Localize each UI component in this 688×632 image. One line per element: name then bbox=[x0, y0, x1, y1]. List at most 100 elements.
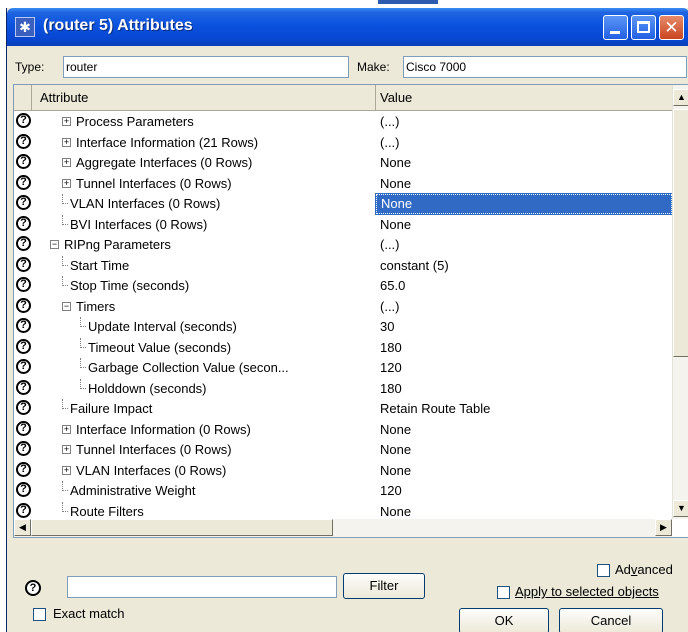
expand-icon[interactable]: + bbox=[62, 158, 71, 168]
help-icon[interactable]: ? bbox=[16, 461, 31, 477]
help-icon[interactable]: ? bbox=[16, 420, 31, 436]
help-icon[interactable]: ? bbox=[16, 277, 31, 292]
value-cell[interactable]: None bbox=[376, 174, 672, 194]
value-cell[interactable]: None bbox=[376, 420, 672, 440]
attribute-cell[interactable]: Start Time bbox=[32, 255, 376, 276]
value-cell[interactable]: None bbox=[376, 153, 672, 173]
attribute-cell[interactable]: + Aggregate Interfaces (0 Rows) bbox=[32, 153, 376, 173]
help-icon[interactable]: ? bbox=[16, 379, 31, 395]
table-row[interactable]: ? Stop Time (seconds) 65.0 bbox=[14, 276, 672, 296]
attribute-cell[interactable]: Administrative Weight bbox=[32, 481, 376, 501]
cancel-button[interactable]: Cancel bbox=[559, 608, 663, 632]
help-icon[interactable]: ? bbox=[16, 174, 31, 190]
make-field[interactable]: Cisco 7000 bbox=[403, 56, 687, 78]
vertical-scrollbar[interactable]: ▲ ▼ bbox=[672, 85, 688, 519]
attribute-cell[interactable]: Update Interval (seconds) bbox=[32, 317, 376, 337]
attribute-cell[interactable]: − Timers bbox=[32, 297, 376, 317]
type-field[interactable]: router bbox=[63, 56, 349, 78]
table-row[interactable]: ? Administrative Weight 120 bbox=[14, 481, 672, 501]
table-row[interactable]: ? − Timers (...) bbox=[14, 297, 672, 317]
attribute-cell[interactable]: VLAN Interfaces (0 Rows) bbox=[32, 194, 376, 214]
value-cell[interactable]: 120 bbox=[376, 481, 672, 501]
table-row[interactable]: ? VLAN Interfaces (0 Rows) None bbox=[14, 193, 673, 215]
help-icon[interactable]: ? bbox=[16, 195, 31, 210]
minimize-button[interactable] bbox=[603, 15, 628, 40]
collapse-icon[interactable]: − bbox=[50, 240, 59, 250]
value-cell[interactable]: (...) bbox=[376, 133, 672, 153]
value-cell[interactable]: constant (5) bbox=[376, 256, 672, 276]
scroll-left-icon[interactable]: ◀ bbox=[14, 519, 31, 536]
value-cell[interactable]: None bbox=[376, 440, 672, 460]
help-icon[interactable]: ? bbox=[16, 256, 31, 272]
attribute-cell[interactable]: + Tunnel Interfaces (0 Rows) bbox=[32, 174, 376, 194]
attribute-cell[interactable]: Timeout Value (seconds) bbox=[32, 337, 376, 358]
table-row[interactable]: ? Update Interval (seconds) 30 bbox=[14, 317, 672, 337]
value-cell[interactable]: (...) bbox=[376, 112, 672, 132]
scroll-down-icon[interactable]: ▼ bbox=[673, 500, 688, 517]
help-icon[interactable]: ? bbox=[16, 113, 31, 128]
attribute-cell[interactable]: Stop Time (seconds) bbox=[32, 276, 376, 296]
value-cell[interactable]: 30 bbox=[376, 317, 672, 337]
attribute-cell[interactable]: BVI Interfaces (0 Rows) bbox=[32, 214, 376, 235]
help-icon[interactable]: ? bbox=[16, 133, 31, 149]
expand-icon[interactable]: + bbox=[62, 137, 71, 147]
help-icon[interactable]: ? bbox=[16, 236, 31, 251]
table-row[interactable]: ? + VLAN Interfaces (0 Rows) None bbox=[14, 461, 672, 481]
title-bar[interactable]: ✱ (router 5) Attributes ✕ bbox=[7, 8, 688, 46]
scroll-up-icon[interactable]: ▲ bbox=[673, 89, 688, 106]
apply-selected-checkbox[interactable] bbox=[497, 586, 510, 599]
expand-icon[interactable]: + bbox=[62, 178, 71, 188]
expand-icon[interactable]: + bbox=[62, 465, 71, 475]
help-icon[interactable]: ? bbox=[16, 441, 31, 456]
attribute-cell[interactable]: + Interface Information (21 Rows) bbox=[32, 133, 376, 153]
table-row[interactable]: ? − RIPng Parameters (...) bbox=[14, 235, 672, 255]
value-cell[interactable]: (...) bbox=[376, 235, 672, 255]
attribute-cell[interactable]: − RIPng Parameters bbox=[32, 235, 376, 255]
table-row[interactable]: ? Holddown (seconds) 180 bbox=[14, 378, 672, 399]
value-cell[interactable]: None bbox=[376, 215, 672, 235]
ok-button[interactable]: OK bbox=[459, 608, 549, 632]
attribute-cell[interactable]: Holddown (seconds) bbox=[32, 378, 376, 399]
help-icon[interactable]: ? bbox=[16, 154, 31, 169]
help-icon[interactable]: ? bbox=[16, 297, 31, 313]
help-icon[interactable]: ? bbox=[25, 580, 41, 596]
value-cell[interactable]: (...) bbox=[376, 297, 672, 317]
help-icon[interactable]: ? bbox=[16, 482, 31, 497]
scroll-right-icon[interactable]: ▶ bbox=[655, 519, 672, 536]
attribute-cell[interactable]: + Process Parameters bbox=[32, 112, 376, 132]
expand-icon[interactable]: + bbox=[62, 445, 71, 455]
value-cell[interactable]: 65.0 bbox=[376, 276, 672, 296]
collapse-icon[interactable]: − bbox=[62, 301, 71, 311]
filter-input[interactable] bbox=[67, 576, 337, 598]
attribute-cell[interactable]: Failure Impact bbox=[32, 399, 376, 419]
table-row[interactable]: ? BVI Interfaces (0 Rows) None bbox=[14, 214, 672, 235]
attribute-cell[interactable]: + VLAN Interfaces (0 Rows) bbox=[32, 461, 376, 481]
close-button[interactable]: ✕ bbox=[659, 15, 684, 40]
expand-icon[interactable]: + bbox=[62, 117, 71, 127]
expand-icon[interactable]: + bbox=[62, 424, 71, 434]
attribute-cell[interactable]: + Tunnel Interfaces (0 Rows) bbox=[32, 440, 376, 460]
column-header-attribute[interactable]: Attribute bbox=[32, 85, 376, 110]
table-row[interactable]: ? Garbage Collection Value (secon... 120 bbox=[14, 358, 672, 378]
table-row[interactable]: ? + Interface Information (21 Rows) (...) bbox=[14, 133, 672, 153]
table-row[interactable]: ? Start Time constant (5) bbox=[14, 255, 672, 276]
filter-button[interactable]: Filter bbox=[343, 573, 425, 599]
table-row[interactable]: ? + Process Parameters (...) bbox=[14, 112, 672, 132]
exact-match-checkbox[interactable] bbox=[33, 608, 46, 621]
horizontal-scrollbar[interactable]: ◀ ▶ bbox=[14, 519, 672, 537]
value-cell[interactable]: 180 bbox=[376, 379, 672, 399]
help-icon[interactable]: ? bbox=[16, 400, 31, 415]
help-icon[interactable]: ? bbox=[16, 338, 31, 354]
table-row[interactable]: ? Failure Impact Retain Route Table bbox=[14, 399, 672, 419]
horizontal-scroll-thumb[interactable] bbox=[31, 519, 333, 536]
table-row[interactable]: ? + Tunnel Interfaces (0 Rows) None bbox=[14, 440, 672, 460]
table-row[interactable]: ? + Aggregate Interfaces (0 Rows) None bbox=[14, 153, 672, 173]
table-row[interactable]: ? Timeout Value (seconds) 180 bbox=[14, 337, 672, 358]
column-header-value[interactable]: Value bbox=[376, 85, 672, 110]
help-icon[interactable]: ? bbox=[16, 502, 31, 518]
help-icon[interactable]: ? bbox=[16, 318, 31, 333]
value-cell[interactable]: 180 bbox=[376, 338, 672, 358]
maximize-button[interactable] bbox=[631, 15, 656, 40]
value-cell[interactable]: 120 bbox=[376, 358, 672, 378]
value-cell[interactable]: None bbox=[375, 193, 673, 215]
